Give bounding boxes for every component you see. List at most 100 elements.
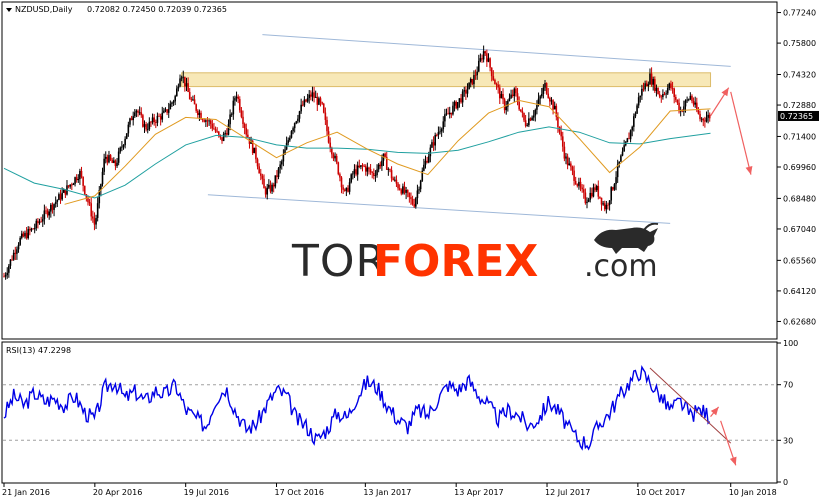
candle-body <box>306 98 309 102</box>
candle-body <box>515 88 517 94</box>
candle-body <box>540 93 543 97</box>
candle-body <box>511 94 514 96</box>
candle-body <box>460 98 462 103</box>
candle-body <box>676 99 679 103</box>
time-tick-label: 10 Jan 2018 <box>729 488 777 497</box>
price-tick-label: 0.62680 <box>783 317 816 326</box>
candle-body <box>339 174 341 178</box>
candle-body <box>415 198 417 207</box>
rsi-tick-label: 30 <box>783 436 793 445</box>
candle-body <box>353 169 356 174</box>
candle-body <box>51 204 54 210</box>
candle-body <box>163 110 165 113</box>
candle-body <box>477 60 480 72</box>
candle-body <box>658 94 661 97</box>
candle-body <box>8 265 10 273</box>
ohlc-values: 0.72082 0.72450 0.72039 0.72365 <box>87 5 227 14</box>
candle-body <box>138 112 141 114</box>
candle-body <box>14 252 17 254</box>
candle-body <box>90 203 93 217</box>
candle-body <box>319 98 322 103</box>
candle-body <box>431 142 433 148</box>
candle-body <box>474 75 477 76</box>
candle-body <box>164 109 167 111</box>
price-tick-label: 0.77240 <box>783 9 816 18</box>
candle-body <box>471 78 474 85</box>
rsi-tick-label: 0 <box>783 478 788 487</box>
candle-body <box>484 51 487 54</box>
candle-body <box>660 96 663 98</box>
candle-body <box>369 169 372 173</box>
candle-body <box>3 276 5 278</box>
candle-body <box>54 201 57 204</box>
candle-body <box>180 77 183 79</box>
candle-body <box>565 156 567 159</box>
candle-body <box>159 116 162 120</box>
candle-body <box>124 138 126 146</box>
candle-body <box>6 272 9 276</box>
candle-body <box>437 132 440 136</box>
candle-body <box>398 188 401 190</box>
candle-body <box>510 94 512 99</box>
candle-body <box>641 88 643 96</box>
time-tick-label: 19 Jul 2016 <box>184 488 229 497</box>
candle-body <box>526 125 529 127</box>
candle-body <box>211 123 214 129</box>
candle-body <box>524 120 527 126</box>
candle-body <box>113 160 115 163</box>
candle-body <box>274 175 277 187</box>
candle-body <box>448 112 451 115</box>
candle-body <box>497 84 499 88</box>
candle-body <box>155 122 157 123</box>
candle-body <box>707 114 709 118</box>
price-tick-label: 0.74320 <box>783 70 816 79</box>
time-tick-label: 20 Apr 2016 <box>93 488 142 497</box>
candle-body <box>331 148 333 155</box>
candle-body <box>146 129 149 130</box>
candle-body <box>224 133 227 134</box>
candle-body <box>498 87 501 99</box>
candle-body <box>300 104 302 112</box>
candle-body <box>623 145 625 152</box>
candle-body <box>692 101 695 105</box>
candle-body <box>209 120 212 124</box>
candle-body <box>127 124 130 134</box>
candle-body <box>25 232 28 239</box>
candle-body <box>174 96 176 102</box>
candle-body <box>418 189 420 191</box>
candle-body <box>678 102 680 112</box>
candle-body <box>198 112 201 116</box>
candle-body <box>271 184 273 192</box>
candle-body <box>666 88 669 94</box>
candle-body <box>61 192 63 200</box>
candle-body <box>645 83 648 87</box>
candle-body <box>374 175 377 176</box>
candle-body <box>166 109 168 113</box>
candle-body <box>649 73 651 85</box>
time-tick-label: 13 Jan 2017 <box>363 488 411 497</box>
candle-body <box>465 90 467 94</box>
candle-body <box>387 169 390 170</box>
candle-body <box>279 164 281 169</box>
candle-body <box>358 165 361 168</box>
candle-body <box>56 200 59 202</box>
candle-body <box>406 190 409 193</box>
candle-body <box>395 179 398 184</box>
candle-body <box>290 131 293 138</box>
candle-body <box>24 232 26 237</box>
candle-body <box>169 103 172 110</box>
candle-body <box>259 173 262 176</box>
candle-body <box>461 91 464 103</box>
price-tick-label: 0.71400 <box>783 132 816 141</box>
candle-body <box>172 101 175 103</box>
candle-body <box>445 113 448 115</box>
candle-body <box>704 120 706 122</box>
candle-body <box>111 159 114 163</box>
candle-body <box>591 192 593 197</box>
candle-body <box>545 83 548 94</box>
candle-body <box>334 155 336 159</box>
candle-body <box>694 102 696 105</box>
candle-body <box>32 228 34 230</box>
candle-body <box>264 188 267 195</box>
candle-body <box>456 102 459 109</box>
